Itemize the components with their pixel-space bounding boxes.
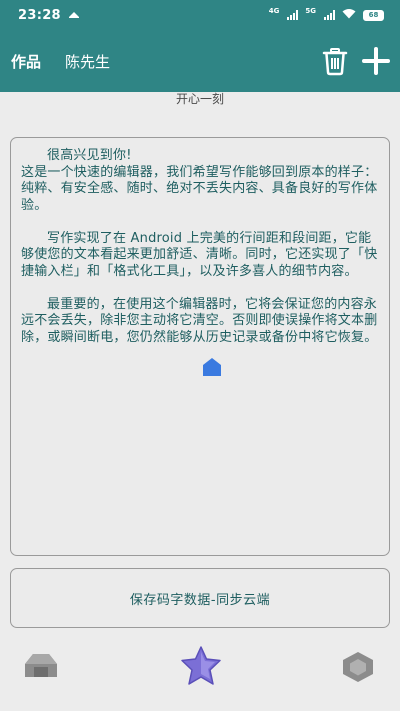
star-icon: [181, 646, 221, 685]
add-button[interactable]: [360, 46, 392, 76]
trash-icon: [322, 48, 348, 76]
network-type-2: 5G: [305, 7, 316, 15]
bottom-nav: [0, 640, 400, 700]
hexagon-icon: [343, 652, 373, 682]
wifi-icon: [342, 8, 356, 22]
nav-home[interactable]: [22, 650, 60, 680]
text-editor[interactable]: 很高兴见到你! 这是一个快速的编辑器，我们希望写作能够回到原本的样子：纯粹、有安…: [10, 137, 390, 556]
status-time: 23:28: [18, 7, 61, 23]
network-type-1: 4G: [268, 7, 280, 15]
nav-star[interactable]: [178, 644, 224, 688]
plus-icon: [362, 47, 390, 75]
app-bar: 作品 陈先生: [0, 44, 400, 78]
editor-paragraph[interactable]: 写作实现了在 Android 上完美的行间距和段间距，它能够使您的文本看起来更加…: [21, 231, 379, 281]
status-bar: 23:28 4G 5G 68: [0, 0, 400, 30]
cursor-handle[interactable]: [201, 356, 223, 378]
save-sync-button[interactable]: 保存码字数据-同步云端: [10, 568, 390, 628]
editor-paragraph[interactable]: 很高兴见到你! 这是一个快速的编辑器，我们希望写作能够回到原本的样子：纯粹、有安…: [21, 148, 379, 214]
trash-button[interactable]: [320, 46, 350, 76]
editor-paragraph[interactable]: 最重要的，在使用这个编辑器时，它将会保证您的内容永远不会丢失，除非您主动将它清空…: [21, 297, 379, 347]
signal-icon: [287, 10, 299, 20]
nav-hexagon[interactable]: [340, 650, 376, 684]
status-icons: 4G 5G 68: [269, 8, 384, 22]
daily-title: 开心一刻: [175, 92, 224, 106]
tab-user[interactable]: 陈先生: [65, 51, 110, 72]
tab-works[interactable]: 作品: [11, 51, 41, 72]
home-icon: [25, 654, 57, 677]
battery-icon: 68: [363, 9, 384, 21]
header: 23:28 4G 5G 68 作品 陈先生: [0, 0, 400, 92]
signal-icon-2: [324, 10, 335, 20]
notification-icon: [68, 10, 79, 21]
